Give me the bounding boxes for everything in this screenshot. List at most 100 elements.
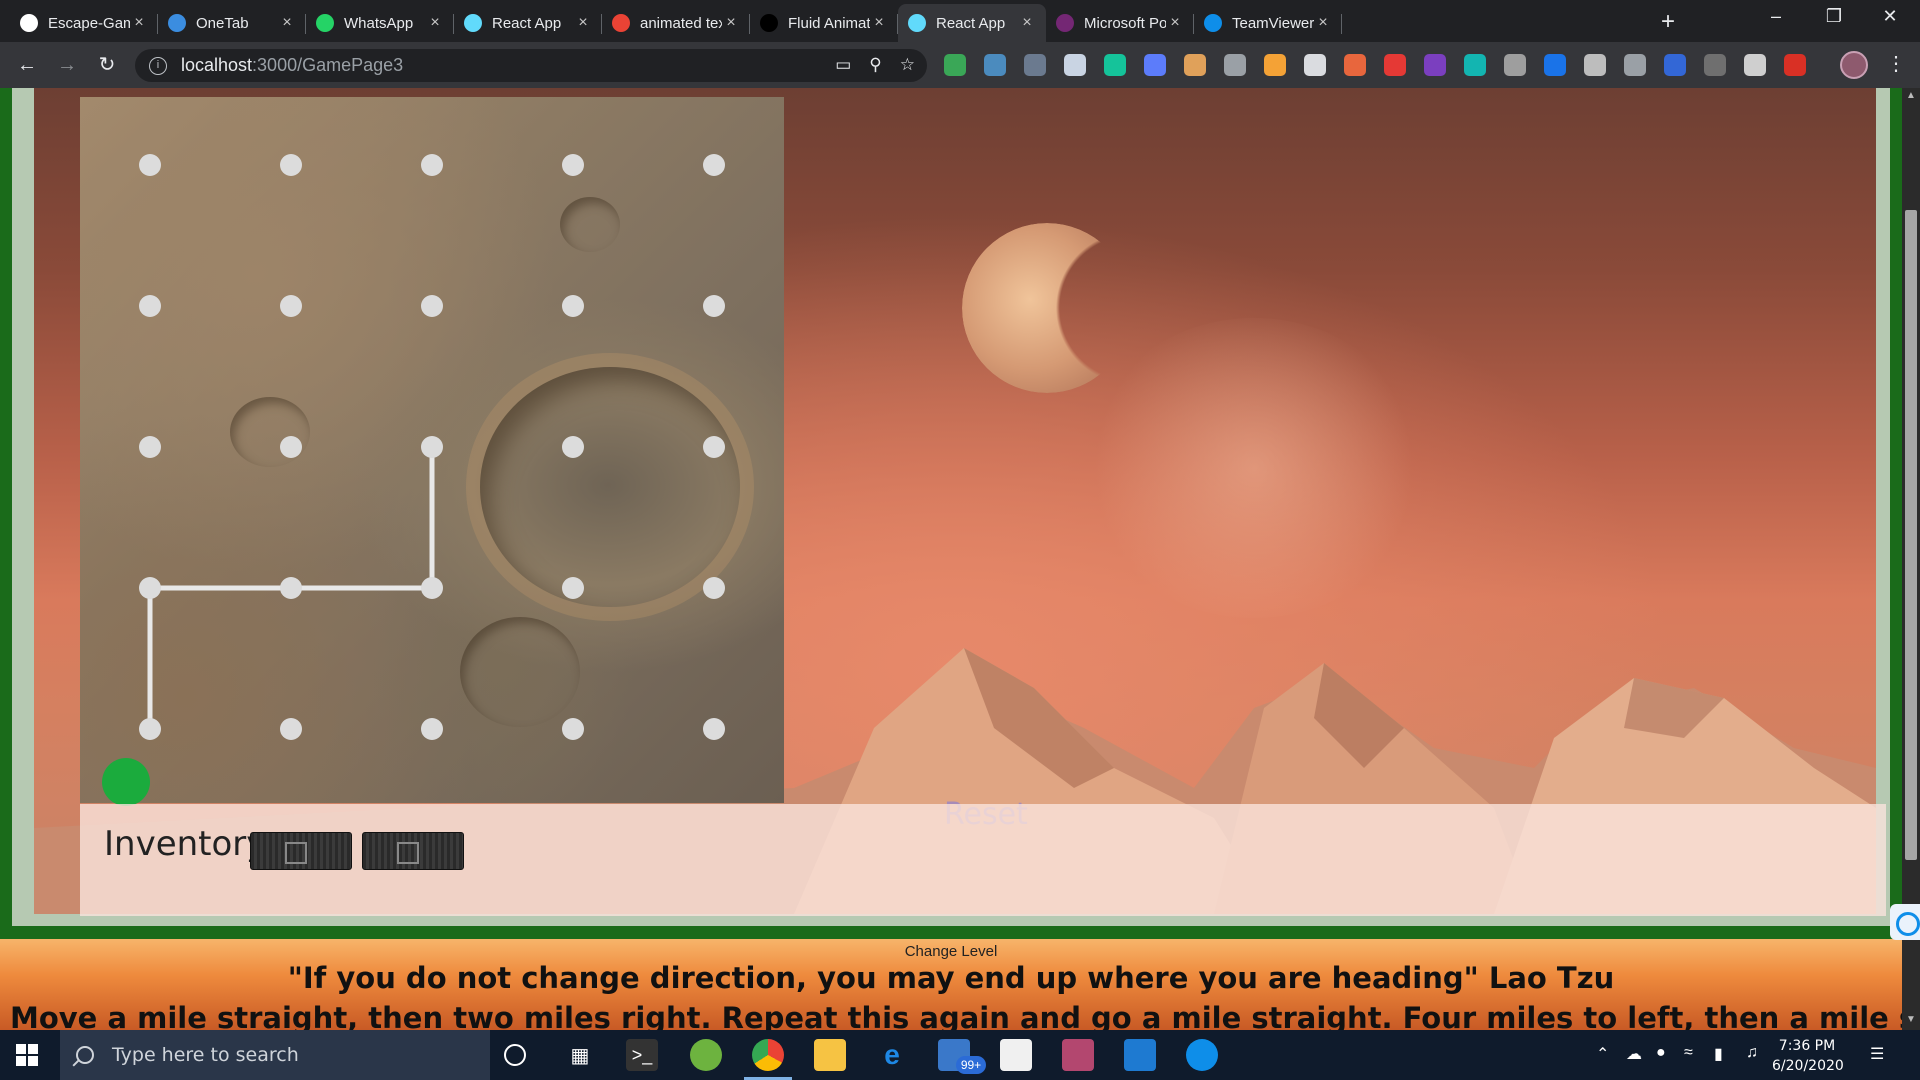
- extension-icon[interactable]: [1304, 54, 1326, 76]
- windows-start-icon[interactable]: [16, 1044, 38, 1066]
- address-bar[interactable]: i localhost:3000/GamePage3 ▭ ⚲ ☆: [135, 49, 927, 82]
- browser-tab[interactable]: WhatsApp ×: [306, 4, 454, 42]
- extension-icon[interactable]: [1584, 54, 1606, 76]
- new-tab-button[interactable]: +: [1656, 8, 1680, 36]
- spring-icon[interactable]: [690, 1039, 722, 1071]
- pattern-dot[interactable]: [139, 577, 161, 599]
- wifi-icon[interactable]: ≈: [1684, 1044, 1693, 1062]
- pattern-dot[interactable]: [703, 577, 725, 599]
- edge-icon[interactable]: e: [876, 1039, 908, 1071]
- microphone-icon[interactable]: ●: [1656, 1044, 1666, 1062]
- system-clock[interactable]: 7:36 PM 6/20/2020: [1772, 1036, 1844, 1076]
- tab-close-icon[interactable]: ×: [278, 14, 296, 32]
- extension-icon[interactable]: [944, 54, 966, 76]
- tab-close-icon[interactable]: ×: [1166, 14, 1184, 32]
- extension-icon[interactable]: [1424, 54, 1446, 76]
- gpu-card-icon[interactable]: [362, 832, 464, 870]
- pattern-dot[interactable]: [562, 577, 584, 599]
- extension-icon[interactable]: [1104, 54, 1126, 76]
- pattern-dot[interactable]: [421, 436, 443, 458]
- terminal-icon[interactable]: >_: [626, 1039, 658, 1071]
- pattern-dot[interactable]: [703, 295, 725, 317]
- tab-close-icon[interactable]: ×: [870, 14, 888, 32]
- pattern-dot[interactable]: [562, 295, 584, 317]
- tray-chevron-icon[interactable]: ⌃: [1596, 1044, 1609, 1064]
- scroll-down-icon[interactable]: ▼: [1902, 1014, 1920, 1025]
- extension-icon[interactable]: [1224, 54, 1246, 76]
- bookmark-star-icon[interactable]: ☆: [900, 55, 915, 75]
- browser-tab[interactable]: OneTab ×: [158, 4, 306, 42]
- taskbar-search[interactable]: Type here to search: [60, 1030, 490, 1080]
- pattern-dot[interactable]: [280, 436, 302, 458]
- pattern-dot[interactable]: [562, 154, 584, 176]
- close-window-button[interactable]: ✕: [1870, 6, 1910, 27]
- zoom-icon[interactable]: ⚲: [869, 55, 881, 75]
- pattern-dot[interactable]: [703, 436, 725, 458]
- browser-tab[interactable]: React App ×: [898, 4, 1046, 42]
- extension-icon[interactable]: [1064, 54, 1086, 76]
- pattern-dot[interactable]: [139, 295, 161, 317]
- browser-tab[interactable]: React App ×: [454, 4, 602, 42]
- discord-icon[interactable]: [1062, 1039, 1094, 1071]
- pattern-dot[interactable]: [562, 718, 584, 740]
- extension-icon[interactable]: [1504, 54, 1526, 76]
- pattern-dot[interactable]: [280, 154, 302, 176]
- pattern-dot[interactable]: [280, 295, 302, 317]
- extension-icon[interactable]: [1024, 54, 1046, 76]
- extension-icon[interactable]: [1184, 54, 1206, 76]
- pattern-dot[interactable]: [139, 718, 161, 740]
- pattern-dot[interactable]: [421, 154, 443, 176]
- pattern-dot[interactable]: [562, 436, 584, 458]
- back-icon[interactable]: ←: [13, 51, 41, 79]
- tab-close-icon[interactable]: ×: [1018, 14, 1036, 32]
- store-icon[interactable]: [1000, 1039, 1032, 1071]
- extension-icon[interactable]: [1264, 54, 1286, 76]
- pattern-dot[interactable]: [703, 154, 725, 176]
- pattern-dot[interactable]: [421, 718, 443, 740]
- profile-avatar[interactable]: [1840, 51, 1868, 79]
- teamviewer-side-icon[interactable]: [1890, 904, 1920, 940]
- extension-icon[interactable]: [1784, 54, 1806, 76]
- cast-icon[interactable]: ▭: [835, 55, 851, 75]
- notifications-icon[interactable]: ☰: [1870, 1044, 1884, 1064]
- browser-tab[interactable]: animated text c×: [602, 4, 750, 42]
- minimize-button[interactable]: –: [1756, 6, 1796, 27]
- extension-icon[interactable]: [984, 54, 1006, 76]
- extension-icon[interactable]: [1344, 54, 1366, 76]
- volume-icon[interactable]: ♫: [1746, 1044, 1758, 1062]
- chrome-menu-icon[interactable]: ⋮: [1886, 51, 1906, 76]
- file-explorer-icon[interactable]: [814, 1039, 846, 1071]
- scroll-thumb[interactable]: [1905, 210, 1917, 860]
- pattern-dot[interactable]: [139, 436, 161, 458]
- chrome-icon[interactable]: [752, 1039, 784, 1071]
- extension-icon[interactable]: [1384, 54, 1406, 76]
- extension-icon[interactable]: [1744, 54, 1766, 76]
- browser-tab[interactable]: TeamViewer – T×: [1194, 4, 1342, 42]
- tab-close-icon[interactable]: ×: [130, 14, 148, 32]
- extension-icon[interactable]: [1144, 54, 1166, 76]
- pattern-dot[interactable]: [421, 295, 443, 317]
- extension-icon[interactable]: [1704, 54, 1726, 76]
- tab-close-icon[interactable]: ×: [722, 14, 740, 32]
- change-level-link[interactable]: Change Level: [0, 943, 1902, 960]
- tab-close-icon[interactable]: ×: [574, 14, 592, 32]
- onedrive-icon[interactable]: ☁: [1626, 1044, 1642, 1064]
- reload-icon[interactable]: ↻: [93, 51, 121, 79]
- browser-tab[interactable]: Escape-Game/I×: [10, 4, 158, 42]
- vscode-icon[interactable]: [1124, 1039, 1156, 1071]
- gpu-card-icon[interactable]: [250, 832, 352, 870]
- site-info-icon[interactable]: i: [149, 56, 167, 75]
- task-view-icon[interactable]: ▦: [564, 1039, 596, 1071]
- scroll-up-icon[interactable]: ▲: [1902, 90, 1920, 101]
- extension-icon[interactable]: [1624, 54, 1646, 76]
- battery-icon[interactable]: ▮: [1714, 1044, 1723, 1064]
- browser-tab[interactable]: Fluid Animated×: [750, 4, 898, 42]
- pattern-dot[interactable]: [139, 154, 161, 176]
- pattern-dot[interactable]: [280, 718, 302, 740]
- tab-close-icon[interactable]: ×: [1314, 14, 1332, 32]
- pattern-dot[interactable]: [280, 577, 302, 599]
- browser-tab[interactable]: Microsoft Powe×: [1046, 4, 1194, 42]
- pattern-dot[interactable]: [703, 718, 725, 740]
- forward-icon[interactable]: →: [53, 51, 81, 79]
- page-scrollbar[interactable]: ▲ ▼: [1902, 88, 1920, 1030]
